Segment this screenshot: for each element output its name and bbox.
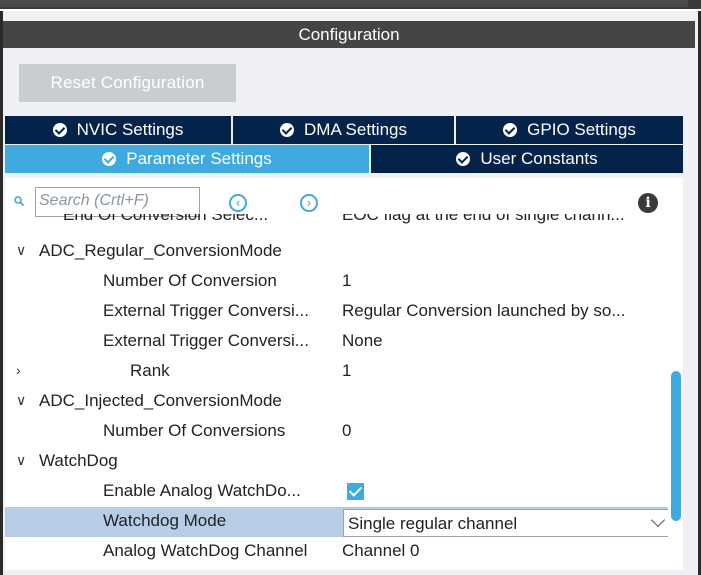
tab-label: NVIC Settings [76, 120, 184, 139]
scrollbar-thumb[interactable] [671, 371, 681, 521]
param-row[interactable]: Number Of Conversions 0 [5, 417, 668, 447]
select-value: Single regular channel [348, 514, 518, 533]
tab-nvic-settings[interactable]: NVIC Settings [5, 116, 231, 144]
check-circle-icon [102, 152, 117, 166]
param-row[interactable]: External Trigger Conversi... None [5, 327, 668, 357]
tab-parameter-settings[interactable]: Parameter Settings [5, 145, 369, 173]
group-adc-regular[interactable]: ∨ ADC_Regular_ConversionMode [5, 237, 668, 267]
param-name: Rank [130, 361, 170, 380]
chevron-down-icon [650, 512, 666, 528]
parameter-tree: ∨ ADC_Regular_ConversionMode Number Of C… [5, 218, 668, 570]
panel-title: Configuration [3, 21, 695, 48]
tab-row-2: Parameter Settings User Constants [5, 145, 683, 173]
chevron-down-icon: ∨ [16, 242, 27, 258]
panel-border-left [0, 11, 3, 575]
tab-label: GPIO Settings [527, 120, 636, 139]
param-name: External Trigger Conversi... [103, 331, 309, 350]
info-icon[interactable]: i [638, 193, 658, 213]
tab-gpio-settings[interactable]: GPIO Settings [456, 116, 683, 144]
tab-label: User Constants [480, 149, 598, 168]
group-adc-injected[interactable]: ∨ ADC_Injected_ConversionMode [5, 387, 668, 417]
enable-watchdog-checkbox[interactable] [347, 483, 364, 500]
param-name: External Trigger Conversi... [103, 301, 309, 320]
param-name: Enable Analog WatchDo... [103, 481, 301, 500]
tab-user-constants[interactable]: User Constants [371, 145, 683, 173]
param-value: 1 [342, 271, 352, 290]
param-value: 0 [342, 421, 352, 440]
search-input[interactable]: Search (Crtl+F) [35, 187, 200, 217]
chevron-down-icon: ∨ [16, 452, 27, 468]
check-circle-icon [280, 123, 294, 137]
param-value: 1 [342, 361, 352, 380]
param-row[interactable]: Number Of Conversion 1 [5, 267, 668, 297]
check-circle-icon [52, 123, 67, 137]
param-row[interactable]: Analog WatchDog Channel Channel 0 [5, 537, 668, 567]
reset-configuration-button[interactable]: Reset Configuration [19, 64, 236, 102]
param-name: Analog WatchDog Channel [103, 541, 308, 560]
tab-row-1: NVIC Settings DMA Settings GPIO Settings [5, 116, 683, 144]
param-name: Number Of Conversions [103, 421, 286, 440]
param-name: Number Of Conversion [103, 271, 277, 290]
param-row[interactable]: Enable Analog WatchDo... [5, 477, 668, 507]
check-circle-icon [456, 152, 471, 166]
check-circle-icon [503, 123, 518, 137]
param-value: Regular Conversion launched by so... [342, 301, 626, 320]
chevron-right-circle-icon[interactable]: › [300, 194, 318, 212]
param-name: Watchdog Mode [103, 511, 227, 530]
group-label: ADC_Regular_ConversionMode [39, 241, 282, 260]
tab-label: DMA Settings [304, 120, 407, 139]
group-watchdog[interactable]: ∨ WatchDog [5, 447, 668, 477]
param-value: None [342, 331, 383, 350]
param-row[interactable]: External Trigger Conversi... Regular Con… [5, 297, 668, 327]
group-label: ADC_Injected_ConversionMode [39, 391, 282, 410]
param-row-rank[interactable]: › Rank 1 [5, 357, 668, 387]
search-icon [14, 196, 24, 206]
top-strip [0, 0, 688, 7]
group-label: WatchDog [39, 451, 118, 470]
tab-label: Parameter Settings [126, 149, 272, 168]
param-value: Channel 0 [342, 541, 420, 560]
tab-dma-settings[interactable]: DMA Settings [233, 116, 454, 144]
chevron-down-icon: ∨ [16, 392, 27, 408]
chevron-right-icon[interactable]: › [16, 362, 30, 378]
watchdog-mode-select[interactable]: Single regular channel [343, 509, 668, 537]
chevron-left-circle-icon[interactable]: ‹ [229, 194, 247, 212]
top-bar [0, 0, 701, 9]
